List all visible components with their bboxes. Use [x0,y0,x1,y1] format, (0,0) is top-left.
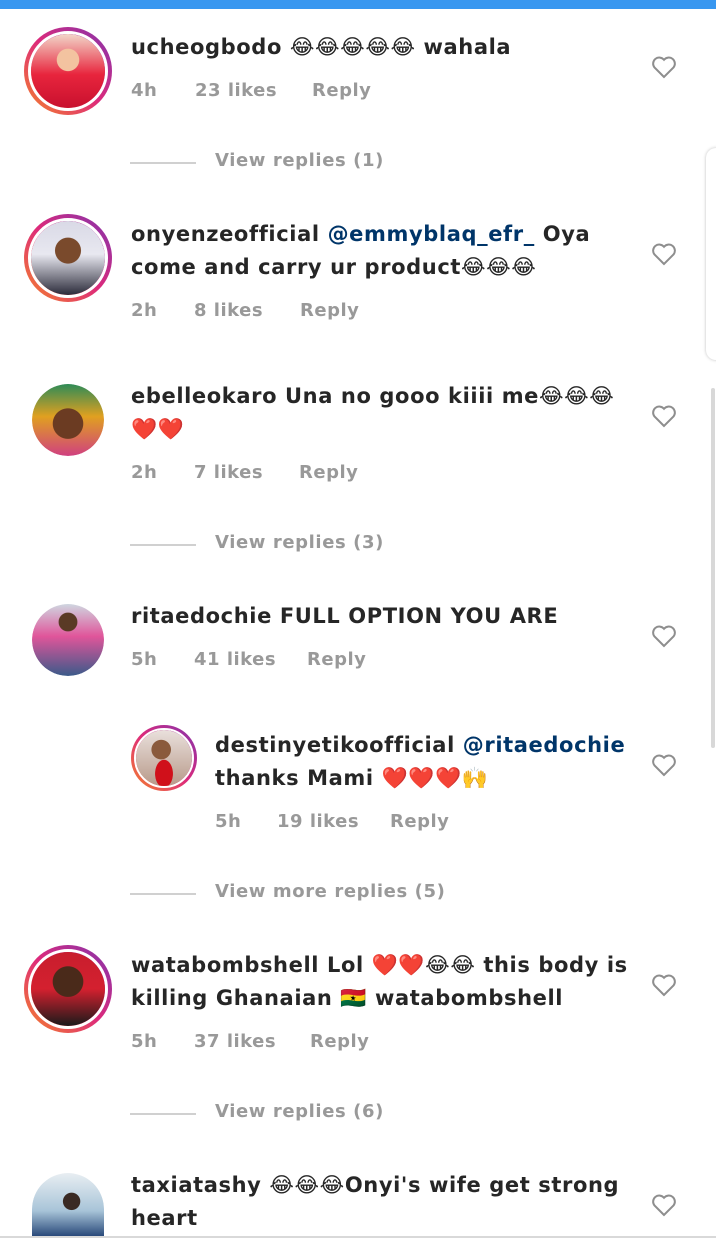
heart-outline-icon[interactable] [651,753,677,777]
comment-likes[interactable]: 8 likes [194,300,263,321]
avatar[interactable] [32,604,104,676]
comment-username[interactable]: ebelleokaro [131,384,277,408]
comment-likes[interactable]: 23 likes [195,80,277,101]
reply-button[interactable]: Reply [390,811,449,832]
top-accent-bar [0,0,716,9]
comment-username[interactable]: ucheogbodo [131,35,282,59]
comment-time: 5h [131,649,158,670]
comment-text: 😂😂😂😂😂 wahala [289,35,512,59]
comment-time: 5h [131,1031,158,1052]
heart-outline-icon[interactable] [651,242,677,266]
comment-text: Una no gooo kiiii me😂😂😂 [285,384,615,408]
comment-likes[interactable]: 37 likes [194,1031,276,1052]
avatar[interactable] [24,945,112,1033]
comment-text: FULL OPTION YOU ARE [279,604,559,628]
heart-outline-icon[interactable] [651,404,677,428]
reply-button[interactable]: Reply [300,300,359,321]
comment-text-line2: killing Ghanaian 🇬🇭 watabombshell [131,986,564,1010]
reply-button[interactable]: Reply [312,80,371,101]
comment-mention[interactable]: @emmyblaq_efr_ [328,222,535,246]
avatar[interactable] [24,27,112,115]
heart-outline-icon[interactable] [651,973,677,997]
comment-likes[interactable]: 41 likes [194,649,276,670]
reply-username[interactable]: destinyetikoofficial [215,733,455,757]
avatar[interactable] [32,1173,104,1236]
comment-text-line2: heart [131,1206,198,1230]
heart-outline-icon[interactable] [651,1193,677,1217]
comment-text: Lol ❤️❤️😂😂 this body is [326,953,628,977]
comment-text-line2: ❤️❤️ [131,417,185,441]
comment-likes[interactable]: 7 likes [194,462,263,483]
view-replies-label: View replies (6) [215,1101,384,1122]
heart-outline-icon[interactable] [651,55,677,79]
avatar[interactable] [32,384,104,456]
bottom-divider [0,1236,716,1238]
reply-button[interactable]: Reply [299,462,358,483]
reply-mention[interactable]: @ritaedochie [463,733,626,757]
comment-time: 2h [131,300,158,321]
reply-text: thanks Mami ❤️❤️❤️🙌 [215,766,489,790]
comment-username[interactable]: watabombshell [131,953,319,977]
heart-outline-icon[interactable] [651,624,677,648]
view-replies-label: View replies (3) [215,532,384,553]
comment-username[interactable]: onyenzeofficial [131,222,320,246]
scrollbar[interactable] [711,388,715,748]
comment-text: Oya [542,222,591,246]
reply-button[interactable]: Reply [310,1031,369,1052]
reply-button[interactable]: Reply [307,649,366,670]
comment-text-line2: come and carry ur product😂😂😂 [131,255,537,279]
comment-text: 😂😂😂Onyi's wife get strong [269,1173,620,1197]
comment-username[interactable]: taxiatashy [131,1173,261,1197]
side-panel-edge[interactable] [706,148,716,360]
comment-time: 4h [131,80,158,101]
comment-time: 2h [131,462,158,483]
comment-username[interactable]: ritaedochie [131,604,272,628]
avatar[interactable] [131,725,197,791]
view-replies-label: View replies (1) [215,150,384,171]
view-replies-label: View more replies (5) [215,881,446,902]
reply-likes[interactable]: 19 likes [277,811,359,832]
avatar[interactable] [24,214,112,302]
reply-time: 5h [215,811,242,832]
